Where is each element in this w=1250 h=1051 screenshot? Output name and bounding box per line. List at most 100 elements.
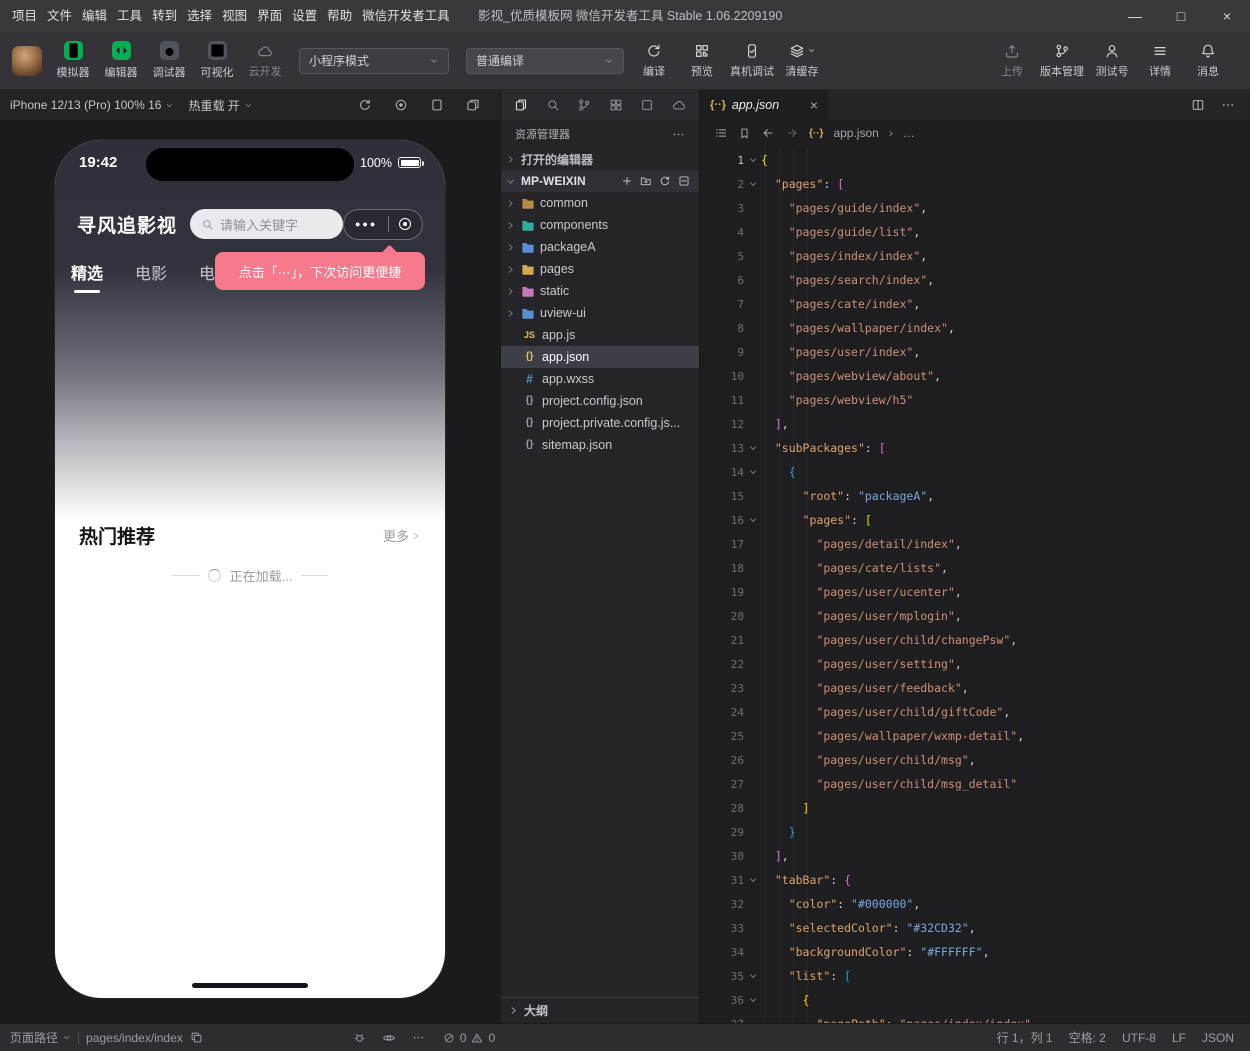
preview-icon[interactable] <box>382 1031 396 1045</box>
code-line[interactable]: 13 "subPackages": [ <box>700 436 1250 460</box>
code-line[interactable]: 11 "pages/webview/h5" <box>700 388 1250 412</box>
code-line[interactable]: 32 "color": "#000000", <box>700 892 1250 916</box>
code-line[interactable]: 35 "list": [ <box>700 964 1250 988</box>
refresh-icon[interactable] <box>659 175 671 187</box>
page-path-dropdown[interactable]: 页面路径 <box>10 1029 71 1046</box>
fold-toggle-icon[interactable] <box>744 467 761 477</box>
more-actions-icon[interactable] <box>672 128 685 141</box>
code-line[interactable]: 14 { <box>700 460 1250 484</box>
toolbar-button-preview[interactable]: 预览 <box>680 35 724 87</box>
git-icon[interactable] <box>577 98 591 112</box>
menu-item-1[interactable]: 文件 <box>42 0 77 32</box>
menu-item-2[interactable]: 编辑 <box>77 0 112 32</box>
tree-item-app.js[interactable]: JSapp.js <box>501 324 699 346</box>
code-line[interactable]: 4 "pages/guide/list", <box>700 220 1250 244</box>
toolbar-button-details[interactable]: 详情 <box>1138 35 1182 87</box>
bookmark-icon[interactable] <box>738 127 751 140</box>
code-line[interactable]: 24 "pages/user/child/giftCode", <box>700 700 1250 724</box>
open-editors-row[interactable]: 打开的编辑器 <box>501 148 699 170</box>
statusbar-language[interactable]: JSON <box>1202 1031 1234 1045</box>
code-line[interactable]: 22 "pages/user/setting", <box>700 652 1250 676</box>
more-actions-icon[interactable] <box>1221 98 1235 112</box>
fold-toggle-icon[interactable] <box>744 515 761 525</box>
more-menu-button[interactable]: ●●● <box>355 220 377 229</box>
code-line[interactable]: 5 "pages/index/index", <box>700 244 1250 268</box>
tree-item-static[interactable]: static <box>501 280 699 302</box>
tree-item-sitemap.json[interactable]: {}sitemap.json <box>501 434 699 456</box>
code-line[interactable]: 1{ <box>700 148 1250 172</box>
code-line[interactable]: 2 "pages": [ <box>700 172 1250 196</box>
toolbar-button-cloud-dev[interactable]: 云开发 <box>243 35 287 87</box>
device-frame-icon[interactable] <box>430 98 444 112</box>
menu-item-3[interactable]: 工具 <box>112 0 147 32</box>
fold-toggle-icon[interactable] <box>744 971 761 981</box>
outline-list-icon[interactable] <box>714 126 728 140</box>
close-tab-icon[interactable]: × <box>810 98 818 112</box>
fold-toggle-icon[interactable] <box>744 875 761 885</box>
copy-icon[interactable] <box>190 1031 203 1044</box>
menu-item-10[interactable]: 微信开发者工具 <box>357 0 455 32</box>
code-line[interactable]: 12 ], <box>700 412 1250 436</box>
menu-item-8[interactable]: 设置 <box>287 0 322 32</box>
breadcrumb-file[interactable]: app.json <box>833 126 878 140</box>
menu-item-6[interactable]: 视图 <box>217 0 252 32</box>
tree-item-packageA[interactable]: packageA <box>501 236 699 258</box>
statusbar-encoding[interactable]: UTF-8 <box>1122 1031 1156 1045</box>
toolbar-button-test-account[interactable]: 测试号 <box>1090 35 1134 87</box>
code-line[interactable]: 33 "selectedColor": "#32CD32", <box>700 916 1250 940</box>
toolbar-button-compile[interactable]: 编译 <box>632 35 676 87</box>
code-editor[interactable]: 1{2 "pages": [3 "pages/guide/index",4 "p… <box>700 146 1250 1023</box>
code-line[interactable]: 15 "root": "packageA", <box>700 484 1250 508</box>
code-line[interactable]: 16 "pages": [ <box>700 508 1250 532</box>
code-line[interactable]: 23 "pages/user/feedback", <box>700 676 1250 700</box>
fold-toggle-icon[interactable] <box>744 155 761 165</box>
toolbar-button-simulator[interactable]: 模拟器 <box>51 35 95 87</box>
statusbar-cursor-position[interactable]: 行 1，列 1 <box>997 1029 1053 1046</box>
code-line[interactable]: 3 "pages/guide/index", <box>700 196 1250 220</box>
code-line[interactable]: 18 "pages/cate/lists", <box>700 556 1250 580</box>
hot-reload-toggle[interactable]: 热重载 开 <box>188 97 252 114</box>
code-line[interactable]: 8 "pages/wallpaper/index", <box>700 316 1250 340</box>
menu-item-0[interactable]: 项目 <box>7 0 42 32</box>
code-line[interactable]: 21 "pages/user/child/changePsw", <box>700 628 1250 652</box>
code-line[interactable]: 7 "pages/cate/index", <box>700 292 1250 316</box>
close-miniprogram-button[interactable] <box>399 218 411 230</box>
tree-item-project.config.json[interactable]: {}project.config.json <box>501 390 699 412</box>
phone-tab-1[interactable]: 精选 <box>71 260 103 284</box>
toolbar-button-messages[interactable]: 消息 <box>1186 35 1230 87</box>
code-line[interactable]: 20 "pages/user/mplogin", <box>700 604 1250 628</box>
tree-item-pages[interactable]: pages <box>501 258 699 280</box>
code-line[interactable]: 6 "pages/search/index", <box>700 268 1250 292</box>
toolbar-button-version-control[interactable]: 版本管理 <box>1038 35 1086 87</box>
back-icon[interactable] <box>761 126 775 140</box>
tree-item-project.private.config.js...[interactable]: {}project.private.config.js... <box>501 412 699 434</box>
refresh-icon[interactable] <box>358 98 372 112</box>
outline-section[interactable]: 大纲 <box>501 997 699 1023</box>
code-line[interactable]: 31 "tabBar": { <box>700 868 1250 892</box>
tab-app-json[interactable]: {··} app.json × <box>700 90 828 120</box>
new-folder-icon[interactable] <box>640 175 652 187</box>
fold-toggle-icon[interactable] <box>744 179 761 189</box>
maximize-button[interactable]: □ <box>1158 0 1204 32</box>
search-icon[interactable] <box>546 98 560 112</box>
code-line[interactable]: 26 "pages/user/child/msg", <box>700 748 1250 772</box>
minimize-button[interactable]: — <box>1112 0 1158 32</box>
device-select[interactable]: iPhone 12/13 (Pro) 100% 16 <box>10 98 174 112</box>
code-line[interactable]: 29 } <box>700 820 1250 844</box>
code-line[interactable]: 28 ] <box>700 796 1250 820</box>
code-line[interactable]: 37 "pagePath": "pages/index/index", <box>700 1012 1250 1023</box>
mode-select[interactable]: 小程序模式 <box>299 48 449 74</box>
cloud-icon[interactable] <box>672 98 686 112</box>
tree-item-common[interactable]: common <box>501 192 699 214</box>
breadcrumb-more[interactable]: … <box>903 126 915 140</box>
tree-item-app.json[interactable]: {}app.json <box>501 346 699 368</box>
code-line[interactable]: 25 "pages/wallpaper/wxmp-detail", <box>700 724 1250 748</box>
menu-item-9[interactable]: 帮助 <box>322 0 357 32</box>
compile-mode-select[interactable]: 普通编译 <box>466 48 624 74</box>
fold-toggle-icon[interactable] <box>744 995 761 1005</box>
tree-item-uview-ui[interactable]: uview-ui <box>501 302 699 324</box>
close-button[interactable]: × <box>1204 0 1250 32</box>
phone-tab-2[interactable]: 电影 <box>135 260 167 284</box>
split-editor-icon[interactable] <box>1191 98 1205 112</box>
code-line[interactable]: 9 "pages/user/index", <box>700 340 1250 364</box>
